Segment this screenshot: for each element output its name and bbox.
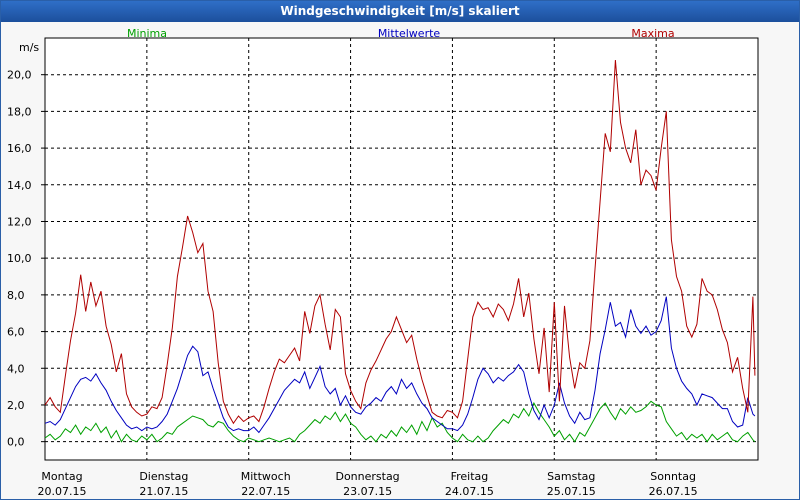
y-tick-label: 16,0 [7, 142, 32, 155]
x-axis: Montag 20.07.15 Dienstag 21.07.15 Mittwoch 22… [38, 470, 698, 498]
y-tick-label: 8,0 [7, 289, 25, 302]
y-tick-label: 2,0 [7, 399, 25, 412]
x-tick-day: Samstag [547, 470, 595, 483]
window-title: Windgeschwindigkeit [m/s] skaliert [1, 1, 799, 22]
x-tick-day: Dienstag [139, 470, 188, 483]
x-tick-day: Sonntag [650, 470, 696, 483]
y-axis: 0,0 2,0 4,0 6,0 8,0 10,0 12,0 14,0 16,0 18,0 20,0 [7, 69, 45, 449]
x-tick-date: 20.07.15 [38, 485, 87, 498]
x-tick-day: Montag [41, 470, 82, 483]
plot-area [44, 37, 759, 461]
x-tick-date: 26.07.15 [649, 485, 698, 498]
x-tick-day: Donnerstag [335, 470, 399, 483]
x-tick-day: Freitag [451, 470, 489, 483]
y-tick-label: 12,0 [7, 215, 32, 228]
x-tick-date: 24.07.15 [445, 485, 494, 498]
y-axis-label: m/s [19, 41, 39, 54]
chart-window: Windgeschwindigkeit [m/s] skaliert 0,0 2,… [0, 0, 800, 500]
y-tick-label: 6,0 [7, 326, 25, 339]
wind-speed-chart: 0,02,04,06,08,010,012,014,016,018,020,0 … [7, 27, 759, 498]
y-tick-label: 4,0 [7, 362, 25, 375]
x-tick-day: Mittwoch [241, 470, 291, 483]
y-tick-label: 14,0 [7, 179, 32, 192]
y-tick-label: 20,0 [7, 69, 32, 82]
legend-minima: Minima [127, 27, 167, 40]
y-tick-label: 0,0 [7, 436, 25, 449]
x-tick-date: 22.07.15 [241, 485, 290, 498]
legend-mittelwerte: Mittelwerte [378, 27, 441, 40]
legend-maxima: Maxima [631, 27, 674, 40]
x-tick-date: 21.07.15 [139, 485, 188, 498]
y-tick-label: 10,0 [7, 252, 32, 265]
y-tick-label: 18,0 [7, 105, 32, 118]
x-tick-date: 23.07.15 [343, 485, 392, 498]
x-tick-date: 25.07.15 [547, 485, 596, 498]
